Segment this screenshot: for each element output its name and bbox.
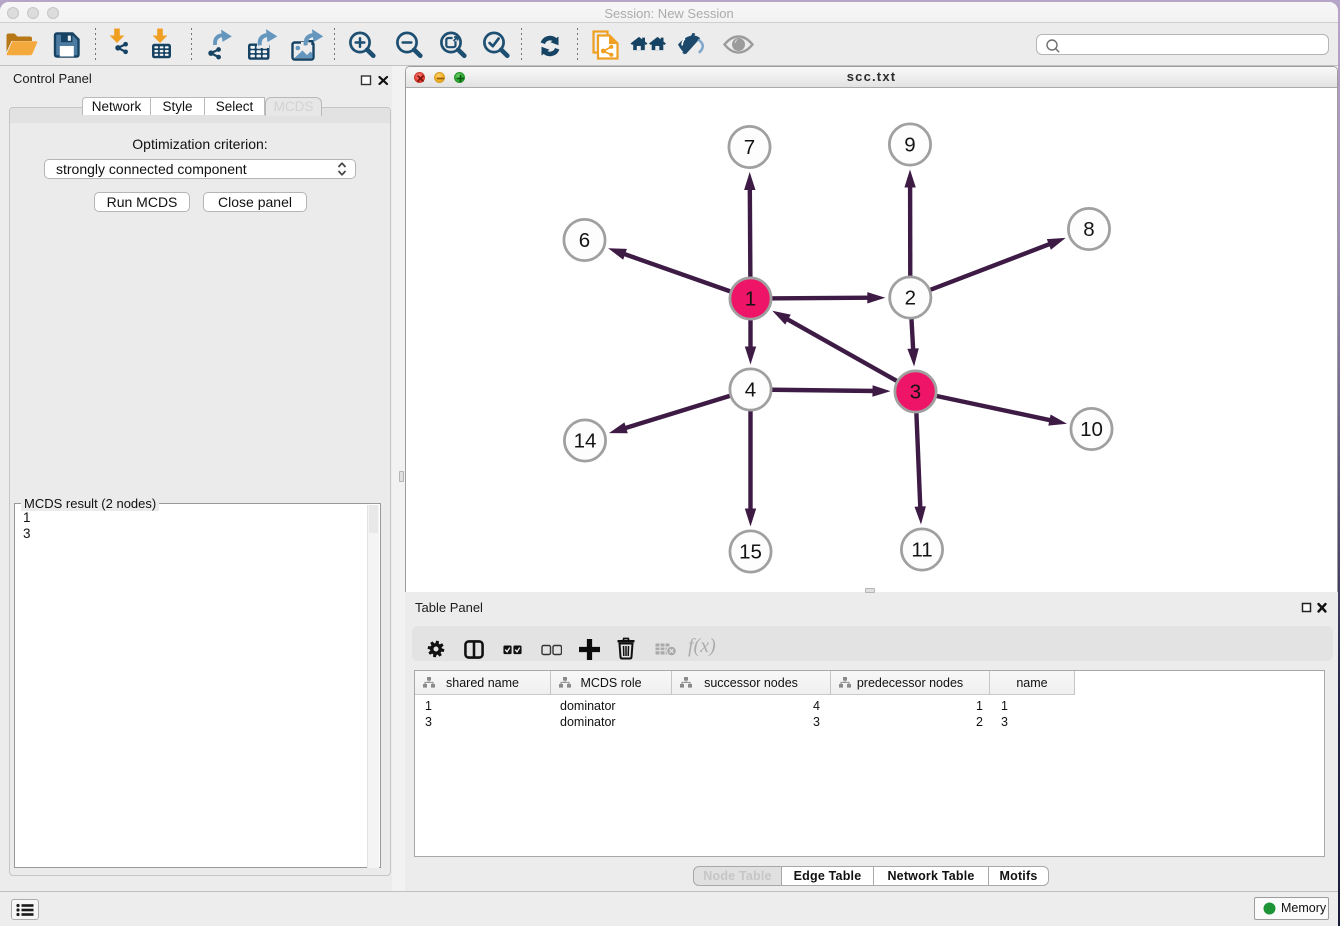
svg-text:2: 2 — [905, 287, 916, 310]
svg-text:3: 3 — [910, 381, 921, 404]
svg-text:7: 7 — [744, 136, 755, 159]
svg-text:11: 11 — [911, 539, 932, 562]
svg-text:6: 6 — [579, 229, 590, 252]
svg-text:14: 14 — [574, 430, 597, 453]
svg-text:9: 9 — [904, 134, 915, 157]
svg-text:8: 8 — [1083, 218, 1094, 241]
svg-text:15: 15 — [739, 541, 762, 564]
svg-text:1: 1 — [745, 288, 756, 311]
svg-text:4: 4 — [745, 379, 756, 402]
svg-text:10: 10 — [1080, 418, 1103, 441]
